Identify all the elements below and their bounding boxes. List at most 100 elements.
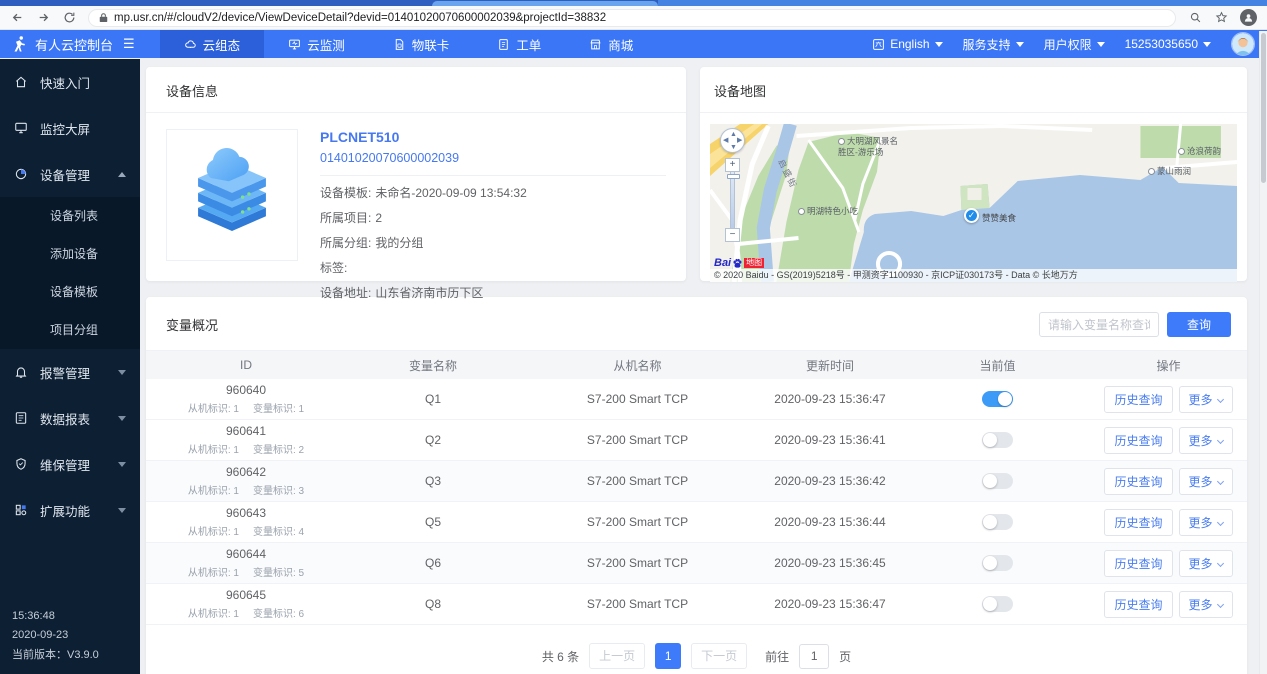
variable-search-input[interactable] xyxy=(1039,312,1159,337)
navbar-right: English 服务支持 用户权限 15253035650 xyxy=(872,30,1267,58)
nav-item-work-order[interactable]: 工单 xyxy=(473,30,565,58)
goto-page-input[interactable] xyxy=(799,644,829,669)
history-query-button[interactable]: 历史查询 xyxy=(1104,468,1172,495)
sidebar-item-add-device[interactable]: 添加设备 xyxy=(0,235,140,273)
sidebar-item-device-management[interactable]: 设备管理 xyxy=(0,151,140,197)
baidu-map[interactable]: 大明湖风景名胜区-游乐场 明湖特色小吃 沧浪荷韵 蒙山雨润 启盛街 ✓ 赞赞美食… xyxy=(710,124,1237,282)
query-button[interactable]: 查询 xyxy=(1167,312,1231,337)
chevron-down-icon xyxy=(1216,559,1223,566)
sidebar-item-device-template[interactable]: 设备模板 xyxy=(0,273,140,311)
sidebar-item-monitor-screen[interactable]: 监控大屏 xyxy=(0,105,140,151)
sidebar-item-quick-start[interactable]: 快速入门 xyxy=(0,59,140,105)
marker-label: 赞赞美食 xyxy=(982,212,1016,224)
sidebar-footer: 15:36:48 2020-09-23 当前版本：V3.9.0 xyxy=(12,607,99,666)
value-toggle[interactable] xyxy=(982,432,1013,448)
device-map-card: 设备地图 xyxy=(700,67,1247,281)
bookmark-star-icon[interactable] xyxy=(1214,11,1228,25)
value-toggle[interactable] xyxy=(982,596,1013,612)
page-suffix: 页 xyxy=(839,648,851,665)
sidebar-item-project-group[interactable]: 项目分组 xyxy=(0,311,140,349)
address-bar[interactable]: mp.usr.cn/#/cloudV2/device/ViewDeviceDet… xyxy=(88,9,1176,27)
device-id-link[interactable]: 01401020070600002039 xyxy=(320,151,666,165)
history-query-button[interactable]: 历史查询 xyxy=(1104,591,1172,618)
more-button[interactable]: 更多 xyxy=(1179,591,1233,618)
active-browser-tab[interactable] xyxy=(432,1,658,6)
poi-dot-icon xyxy=(1148,168,1155,175)
page-number-1[interactable]: 1 xyxy=(655,643,681,669)
pan-left-icon[interactable]: ◀ xyxy=(723,137,728,144)
nav-item-mall[interactable]: 商城 xyxy=(565,30,657,58)
value-toggle[interactable] xyxy=(982,555,1013,571)
brand-name: 有人云控制台 xyxy=(35,35,113,54)
prev-page-button[interactable]: 上一页 xyxy=(589,643,645,669)
back-icon[interactable] xyxy=(10,11,24,25)
sidebar-item-device-list[interactable]: 设备列表 xyxy=(0,197,140,235)
more-button[interactable]: 更多 xyxy=(1179,386,1233,413)
nav-item-cloud-monitor[interactable]: 云监测 xyxy=(264,30,369,58)
browser-profile-icon[interactable] xyxy=(1240,9,1257,26)
baidu-maps-logo[interactable]: Bai 地图 xyxy=(714,257,764,269)
table-row: 960645从机标识: 1变量标识: 6 Q8 S7-200 Smart TCP… xyxy=(146,584,1247,625)
sidebar-item-data-report[interactable]: 数据报表 xyxy=(0,395,140,441)
language-dropdown[interactable]: English xyxy=(872,37,942,51)
browser-toolbar: mp.usr.cn/#/cloudV2/device/ViewDeviceDet… xyxy=(0,6,1267,30)
history-query-button[interactable]: 历史查询 xyxy=(1104,427,1172,454)
goto-label: 前往 xyxy=(765,648,789,665)
value-toggle[interactable] xyxy=(982,473,1013,489)
support-dropdown[interactable]: 服务支持 xyxy=(963,36,1024,53)
avatar[interactable] xyxy=(1231,32,1255,56)
table-row: 960641从机标识: 1变量标识: 2 Q2 S7-200 Smart TCP… xyxy=(146,420,1247,461)
map-zoom-control: + − xyxy=(725,158,740,242)
reload-icon[interactable] xyxy=(62,11,76,25)
tab-strip-segment xyxy=(658,0,1267,6)
scrollbar-thumb[interactable] xyxy=(1261,33,1266,183)
zoom-in-button[interactable]: + xyxy=(725,158,740,172)
table-row: 960640从机标识: 1变量标识: 1 Q1 S7-200 Smart TCP… xyxy=(146,379,1247,420)
next-page-button[interactable]: 下一页 xyxy=(691,643,747,669)
variable-id: 960642 xyxy=(146,465,346,479)
pie-chart-icon xyxy=(14,167,28,181)
value-toggle[interactable] xyxy=(982,391,1013,407)
collapse-menu-icon[interactable]: ☰ xyxy=(123,36,134,52)
zoom-slider[interactable] xyxy=(730,172,735,228)
nav-item-cloud-scada[interactable]: 云组态 xyxy=(160,30,265,58)
forward-icon[interactable] xyxy=(36,11,50,25)
more-button[interactable]: 更多 xyxy=(1179,509,1233,536)
sidebar-item-extensions[interactable]: 扩展功能 xyxy=(0,487,140,533)
sidebar-item-maintenance[interactable]: 维保管理 xyxy=(0,441,140,487)
nav-item-iot-card[interactable]: 物联卡 xyxy=(369,30,474,58)
map-pan-control[interactable]: ▲ ◀ ▶ ▼ xyxy=(720,128,745,153)
sidebar-item-alarm-management[interactable]: 报警管理 xyxy=(0,349,140,395)
sim-card-icon xyxy=(393,38,406,51)
zoom-out-button[interactable]: − xyxy=(725,228,740,242)
table-row: 960642从机标识: 1变量标识: 3 Q3 S7-200 Smart TCP… xyxy=(146,461,1247,502)
more-button[interactable]: 更多 xyxy=(1179,468,1233,495)
chevron-down-icon xyxy=(1216,395,1223,402)
sidebar: 快速入门 监控大屏 设备管理 设备列表 添加设备 设备模板 项目分组 报警管理 … xyxy=(0,59,140,674)
shield-icon xyxy=(14,457,28,471)
pan-down-icon[interactable]: ▼ xyxy=(730,144,737,151)
pan-up-icon[interactable]: ▲ xyxy=(730,131,737,138)
account-dropdown[interactable]: 15253035650 xyxy=(1125,37,1211,51)
history-query-button[interactable]: 历史查询 xyxy=(1104,550,1172,577)
pan-right-icon[interactable]: ▶ xyxy=(737,137,742,144)
device-name-link[interactable]: PLCNET510 xyxy=(320,129,666,145)
brand[interactable]: 有人云控制台 ☰ xyxy=(0,30,146,58)
more-button[interactable]: 更多 xyxy=(1179,427,1233,454)
slave-name: S7-200 Smart TCP xyxy=(520,461,755,502)
current-date: 2020-09-23 xyxy=(12,626,99,646)
language-icon xyxy=(872,38,885,51)
slave-name: S7-200 Smart TCP xyxy=(520,584,755,625)
more-button[interactable]: 更多 xyxy=(1179,550,1233,577)
history-query-button[interactable]: 历史查询 xyxy=(1104,509,1172,536)
history-query-button[interactable]: 历史查询 xyxy=(1104,386,1172,413)
search-icon[interactable] xyxy=(1188,11,1202,25)
main-content: 设备信息 xyxy=(140,59,1267,674)
permission-dropdown[interactable]: 用户权限 xyxy=(1044,36,1105,53)
value-toggle[interactable] xyxy=(982,514,1013,530)
update-time: 2020-09-23 15:36:44 xyxy=(755,502,905,543)
device-info-title: 设备信息 xyxy=(166,81,666,100)
device-location-marker[interactable]: ✓ xyxy=(964,208,979,223)
zoom-slider-handle[interactable] xyxy=(727,174,740,179)
page-scrollbar[interactable] xyxy=(1259,31,1267,674)
